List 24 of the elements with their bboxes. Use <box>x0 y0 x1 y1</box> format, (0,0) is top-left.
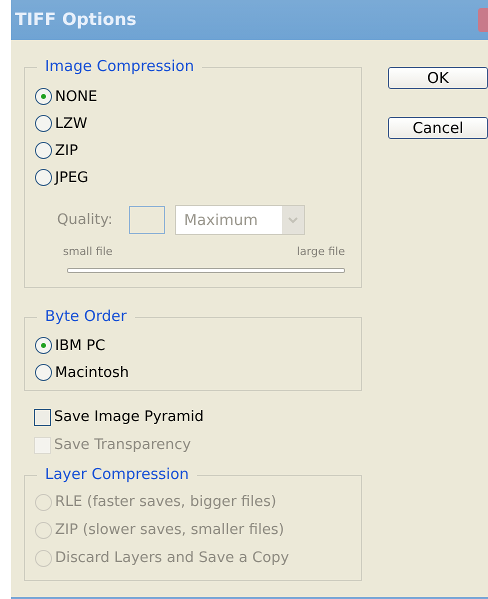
radio-option[interactable]: IBM PC <box>35 332 361 359</box>
window-title: TIFF Options <box>14 10 137 30</box>
radio-button[interactable] <box>35 115 52 132</box>
radio-option[interactable]: JPEG <box>35 164 361 191</box>
radio-button[interactable] <box>35 142 52 159</box>
group-title: Byte Order <box>37 307 135 325</box>
slider-max-label: large file <box>296 245 345 258</box>
radio-button[interactable] <box>35 337 52 354</box>
quality-field[interactable] <box>129 206 165 234</box>
radio-option[interactable]: LZW <box>35 110 361 137</box>
radio-option[interactable]: ZIP <box>35 137 361 164</box>
cancel-button[interactable]: Cancel <box>388 117 488 139</box>
checkbox-option[interactable]: Save Image Pyramid <box>34 403 362 431</box>
group-title: Layer Compression <box>37 465 197 483</box>
radio-button[interactable] <box>35 364 52 381</box>
radio-option[interactable]: Macintosh <box>35 359 361 386</box>
radio-option[interactable]: NONE <box>35 83 361 110</box>
checkbox[interactable] <box>34 408 51 426</box>
quality-label: Quality: <box>57 212 114 228</box>
slider-min-label: small file <box>63 245 113 258</box>
radio-button[interactable] <box>35 88 52 105</box>
group-title: Image Compression <box>37 57 202 75</box>
radio-button[interactable] <box>35 169 52 186</box>
ok-button[interactable]: OK <box>388 67 488 89</box>
